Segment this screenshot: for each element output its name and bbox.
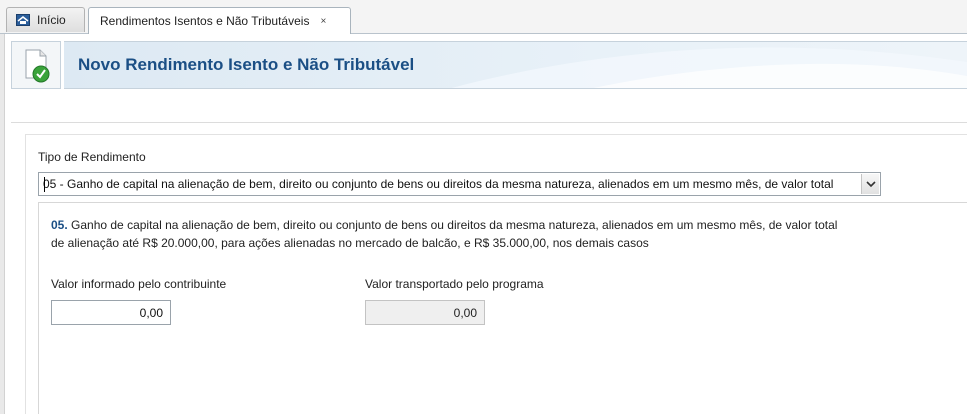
chevron-down-icon[interactable] bbox=[861, 174, 879, 194]
separator bbox=[11, 122, 967, 123]
tab-bar: Início Rendimentos Isentos e Não Tributá… bbox=[0, 0, 967, 34]
valor-informado-input[interactable] bbox=[51, 300, 171, 325]
description-text: Ganho de capital na alienação de bem, di… bbox=[51, 218, 838, 250]
page-title: Novo Rendimento Isento e Não Tributável bbox=[78, 55, 415, 74]
tipo-rendimento-select[interactable]: 05 - Ganho de capital na alienação de be… bbox=[38, 172, 881, 196]
left-edge bbox=[0, 34, 5, 414]
tab-rendimentos-label: Rendimentos Isentos e Não Tributáveis bbox=[100, 14, 310, 28]
header-icon-box bbox=[11, 41, 61, 89]
valor-informado-label: Valor informado pelo contribuinte bbox=[51, 277, 227, 291]
home-icon bbox=[16, 14, 30, 26]
close-icon[interactable]: × bbox=[320, 16, 326, 27]
rendimento-description: 05. Ganho de capital na alienação de bem… bbox=[51, 216, 851, 252]
description-number: 05. bbox=[51, 218, 68, 232]
tipo-rendimento-label: Tipo de Rendimento bbox=[38, 150, 146, 164]
header-bar: Novo Rendimento Isento e Não Tributável bbox=[64, 41, 967, 89]
tab-rendimentos-isentos[interactable]: Rendimentos Isentos e Não Tributáveis × bbox=[88, 7, 351, 34]
tipo-rendimento-selected-value: 05 - Ganho de capital na alienação de be… bbox=[43, 177, 834, 191]
valor-transportado-input bbox=[365, 300, 485, 325]
text-caret bbox=[44, 177, 45, 192]
document-check-icon bbox=[12, 49, 60, 91]
valor-transportado-label: Valor transportado pelo programa bbox=[365, 277, 544, 291]
tab-inicio[interactable]: Início bbox=[6, 7, 85, 32]
tab-inicio-label: Início bbox=[37, 13, 66, 27]
